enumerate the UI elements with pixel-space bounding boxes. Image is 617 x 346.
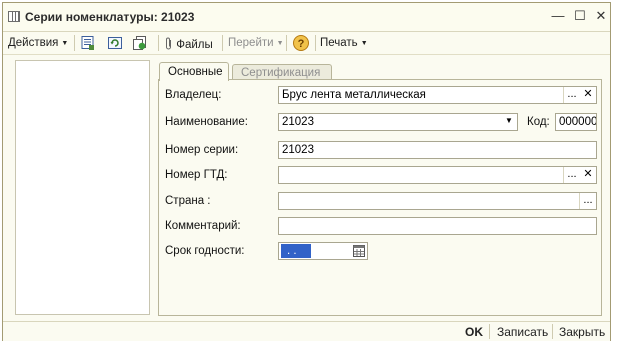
toolbar-separator (286, 35, 287, 51)
toolbar-separator (74, 35, 75, 51)
actions-label: Действия (8, 37, 59, 49)
dropdown-arrow-icon: ▼ (61, 40, 69, 47)
expiry-value: . . (281, 244, 311, 258)
files-label: Файлы (176, 39, 213, 51)
expiry-date-field[interactable]: . . (278, 242, 368, 260)
comment-field[interactable] (278, 217, 597, 235)
select-from-list-icon[interactable] (80, 35, 96, 51)
name-label: Наименование: (165, 116, 248, 128)
serial-value: 21023 (282, 144, 314, 156)
country-select-button[interactable]: ... (579, 193, 596, 209)
code-label: Код: (527, 116, 550, 128)
toolbar-separator (158, 35, 159, 51)
comment-label: Комментарий: (165, 220, 241, 232)
save-button[interactable]: Записать (497, 325, 548, 339)
help-icon[interactable]: ? (292, 34, 310, 52)
gtd-select-button[interactable]: ... (563, 167, 580, 183)
goto-menu-button[interactable]: Перейти ▼ (228, 35, 284, 51)
toolbar: Действия ▼ Файлы Перейти ▼ ? Печать ▼ (3, 32, 610, 55)
gtd-label: Номер ГТД: (165, 169, 228, 181)
print-label: Печать (320, 37, 358, 49)
dropdown-arrow-icon: ▼ (276, 40, 284, 47)
serial-field[interactable]: 21023 (278, 141, 597, 159)
window-title: Серии номенклатуры: 21023 (25, 10, 195, 24)
tab-main[interactable]: Основные (159, 62, 229, 81)
dialog-window: Серии номенклатуры: 21023 — ☐ ✕ Действия… (2, 2, 611, 341)
toolbar-separator (315, 35, 316, 51)
close-window-button[interactable]: ✕ (594, 9, 608, 23)
code-value: 000000 (559, 116, 597, 128)
owner-select-button[interactable]: ... (563, 87, 580, 103)
tab-certification[interactable]: Сертификация (232, 64, 332, 80)
calendar-icon[interactable] (351, 243, 367, 259)
left-tree-panel[interactable] (15, 60, 150, 315)
refresh-icon[interactable] (107, 35, 123, 51)
owner-value: Брус лента металлическая (282, 89, 426, 101)
close-button[interactable]: Закрыть (559, 325, 605, 339)
toolbar-separator (222, 35, 223, 51)
footer-separator (489, 324, 490, 339)
owner-label: Владелец: (165, 89, 222, 101)
name-field[interactable]: 21023 ▼ (278, 113, 518, 131)
gtd-field[interactable]: ... ✕ (278, 166, 597, 184)
name-value: 21023 (282, 116, 314, 128)
files-button[interactable]: Файлы (165, 35, 213, 51)
actions-menu-button[interactable]: Действия ▼ (8, 35, 68, 51)
table-icon (8, 11, 20, 22)
tab-certification-label: Сертификация (241, 67, 321, 79)
country-label: Страна : (165, 195, 211, 207)
code-field[interactable]: 000000 (555, 113, 597, 131)
minimize-button[interactable]: — (551, 9, 565, 23)
dropdown-arrow-icon: ▼ (360, 40, 368, 47)
expiry-label: Срок годности: (165, 245, 245, 257)
country-field[interactable]: ... (278, 192, 597, 210)
copy-document-icon[interactable] (132, 35, 148, 51)
dialog-footer: OK Записать Закрыть (3, 321, 610, 341)
ok-button[interactable]: OK (465, 325, 483, 339)
print-menu-button[interactable]: Печать ▼ (320, 35, 368, 51)
maximize-button[interactable]: ☐ (573, 9, 587, 23)
tab-main-label: Основные (168, 66, 223, 78)
owner-field[interactable]: Брус лента металлическая ... ✕ (278, 86, 597, 104)
footer-separator (552, 324, 553, 339)
owner-clear-button[interactable]: ✕ (580, 87, 596, 103)
title-bar[interactable]: Серии номенклатуры: 21023 — ☐ ✕ (3, 3, 610, 32)
serial-label: Номер серии: (165, 144, 239, 156)
help-glyph: ? (298, 38, 305, 50)
goto-label: Перейти (228, 37, 274, 49)
name-dropdown-button[interactable]: ▼ (501, 114, 517, 130)
gtd-clear-button[interactable]: ✕ (580, 167, 596, 183)
